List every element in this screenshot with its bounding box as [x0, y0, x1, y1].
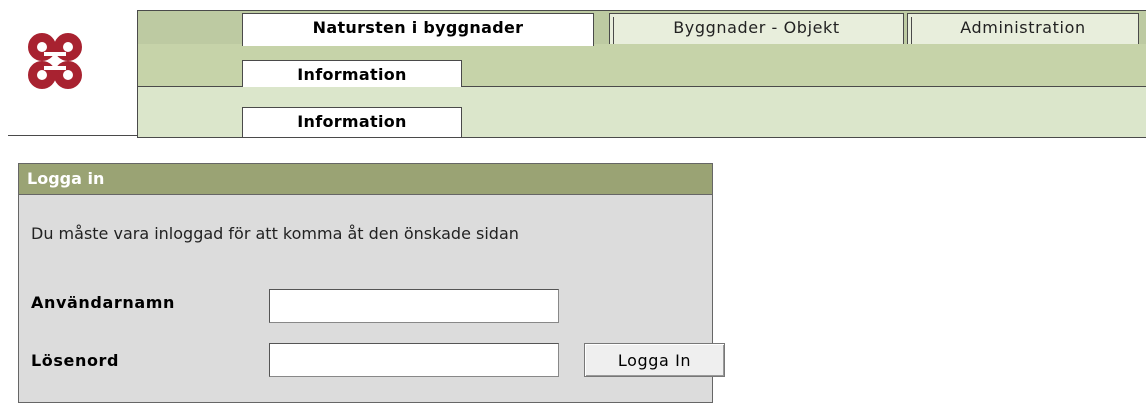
tab-natursten-i-byggnader[interactable]: Natursten i byggnader — [242, 13, 594, 46]
tab-administration[interactable]: Administration — [907, 13, 1139, 44]
tab-byggnader-objekt[interactable]: Byggnader - Objekt — [609, 13, 904, 44]
subtab-information[interactable]: Information — [242, 60, 462, 87]
header-divider — [8, 135, 137, 136]
username-label: Användarnamn — [31, 293, 175, 312]
login-button[interactable]: Logga In — [584, 343, 725, 377]
login-panel-header: Logga in — [19, 164, 712, 195]
login-required-message: Du måste vara inloggad för att komma åt … — [31, 224, 519, 243]
password-input[interactable] — [269, 343, 559, 377]
username-input[interactable] — [269, 289, 559, 323]
subsubtab-information[interactable]: Information — [242, 107, 462, 137]
command-knot-icon — [28, 33, 82, 89]
password-label: Lösenord — [31, 351, 120, 370]
login-panel: Logga in Du måste vara inloggad för att … — [18, 163, 725, 403]
